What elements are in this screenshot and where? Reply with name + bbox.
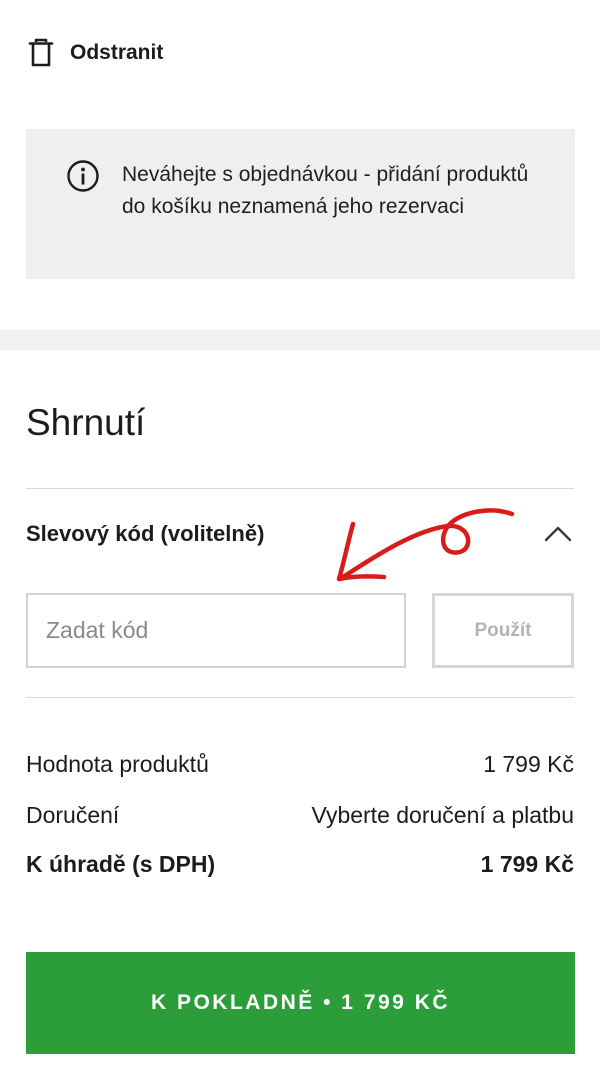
trash-icon (28, 38, 54, 67)
apply-code-button[interactable]: Použít (432, 593, 574, 668)
remove-button[interactable]: Odstranit (28, 36, 163, 70)
info-circle-icon (67, 160, 99, 192)
row-label: Hodnota produktů (26, 751, 209, 777)
row-value: 1 799 Kč (483, 751, 574, 777)
divider (26, 488, 574, 489)
remove-label: Odstranit (70, 41, 164, 64)
discount-code-toggle[interactable]: Slevový kód (volitelně) (26, 512, 574, 556)
row-value: 1 799 Kč (480, 851, 574, 877)
row-label: Doručení (26, 802, 120, 828)
summary-title: Shrnutí (26, 402, 146, 443)
delivery-row: Doručení Vyberte doručení a platbu (26, 802, 574, 829)
checkout-button[interactable]: K POKLADNĚ • 1 799 KČ (26, 952, 575, 1054)
discount-code-input[interactable] (26, 593, 406, 668)
total-row: K úhradě (s DPH) 1 799 Kč (26, 851, 574, 878)
row-label: K úhradě (s DPH) (26, 851, 216, 877)
info-text: Neváhejte s objednávkou - přidání produk… (122, 163, 529, 218)
products-value-row: Hodnota produktů 1 799 Kč (26, 751, 574, 778)
divider (26, 697, 574, 698)
chevron-up-icon (544, 526, 572, 542)
section-divider (0, 330, 600, 350)
row-value: Vyberte doručení a platbu (311, 802, 574, 828)
discount-code-label: Slevový kód (volitelně) (26, 521, 265, 546)
info-notice: Neváhejte s objednávkou - přidání produk… (26, 129, 575, 279)
